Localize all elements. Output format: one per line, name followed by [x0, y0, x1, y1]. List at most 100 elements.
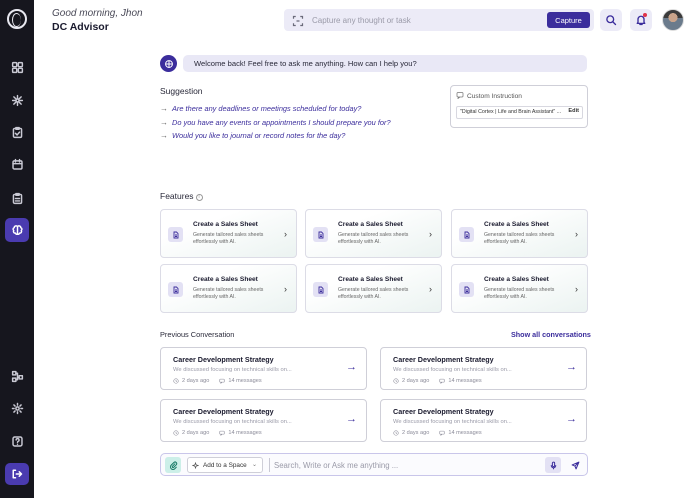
clock-icon	[393, 430, 399, 436]
conversation-card[interactable]: Career Development Strategy We discussed…	[160, 347, 367, 390]
conversation-card[interactable]: Career Development Strategy We discussed…	[380, 399, 587, 442]
arrow-right-icon: →	[566, 413, 577, 425]
feature-desc: Generate tailored sales sheets effortles…	[193, 287, 264, 300]
chevron-right-icon: ›	[429, 284, 432, 294]
message-icon	[439, 378, 445, 384]
suggestion-item[interactable]: → Are there any deadlines or meetings sch…	[160, 102, 391, 116]
paperclip-icon	[169, 461, 177, 470]
document-icon	[313, 282, 328, 297]
feature-desc: Generate tailored sales sheets effortles…	[338, 287, 409, 300]
info-icon[interactable]: i	[195, 194, 203, 201]
document-icon	[168, 282, 183, 297]
search-button[interactable]	[600, 9, 622, 31]
conversation-message-count: 14 messages	[448, 378, 482, 384]
feature-card[interactable]: Create a Sales Sheet Generate tailored s…	[451, 264, 588, 313]
arrow-right-icon: →	[160, 117, 168, 127]
chat-input[interactable]	[274, 457, 534, 473]
send-icon	[571, 461, 579, 469]
sidebar-settings-icon[interactable]	[5, 396, 29, 420]
conversation-time: 2 days ago	[402, 378, 430, 384]
feature-title: Create a Sales Sheet	[193, 276, 258, 283]
add-to-space-label: Add to a Space	[203, 461, 247, 469]
message-icon	[439, 430, 445, 436]
clock-icon	[173, 378, 179, 384]
conversation-title: Career Development Strategy	[393, 407, 494, 416]
logout-button[interactable]	[5, 463, 29, 485]
chevron-right-icon: ›	[575, 229, 578, 239]
logout-icon	[12, 469, 23, 479]
capture-bar: Capture	[284, 9, 594, 31]
sidebar-workflow-icon[interactable]	[5, 364, 29, 388]
suggestion-list: → Are there any deadlines or meetings sch…	[160, 102, 391, 143]
search-icon	[606, 15, 617, 26]
clock-icon	[393, 378, 399, 384]
feature-card[interactable]: Create a Sales Sheet Generate tailored s…	[451, 209, 588, 258]
conversation-card[interactable]: Career Development Strategy We discussed…	[380, 347, 587, 390]
custom-instruction-card: Custom Instruction "Digital Cortex | Lif…	[450, 85, 588, 128]
feature-title: Create a Sales Sheet	[484, 276, 549, 283]
notifications-button[interactable]	[630, 9, 652, 31]
clock-icon	[173, 430, 179, 436]
capture-input[interactable]	[312, 12, 522, 28]
capture-button[interactable]: Capture	[547, 12, 590, 28]
feature-card[interactable]: Create a Sales Sheet Generate tailored s…	[160, 264, 297, 313]
show-all-conversations-link[interactable]: Show all conversations	[511, 330, 591, 339]
conversation-snippet: We discussed focusing on technical skill…	[173, 367, 292, 373]
chevron-right-icon: ›	[575, 284, 578, 294]
sidebar-help-icon[interactable]	[5, 429, 29, 453]
sparkle-icon	[192, 461, 199, 469]
conversation-meta: 2 days ago 14 messages	[173, 378, 262, 384]
feature-card[interactable]: Create a Sales Sheet Generate tailored s…	[305, 264, 442, 313]
sidebar-network-icon[interactable]	[5, 88, 29, 112]
chevron-right-icon: ›	[284, 284, 287, 294]
microphone-button[interactable]	[545, 457, 561, 473]
sidebar-notes-icon[interactable]	[5, 186, 29, 210]
chat-icon	[456, 92, 464, 100]
suggestion-title: Suggestion	[160, 86, 203, 96]
sidebar	[0, 0, 34, 498]
capture-scan-icon	[292, 14, 304, 27]
sidebar-calendar-icon[interactable]	[5, 152, 29, 176]
custom-instruction-value: "Digital Cortex | Life and Brain Assista…	[456, 106, 583, 119]
chevron-right-icon: ›	[429, 229, 432, 239]
chat-composer: Add to a Space ⌄	[160, 453, 588, 476]
conversation-snippet: We discussed focusing on technical skill…	[173, 419, 292, 425]
sidebar-tasks-icon[interactable]	[5, 120, 29, 144]
conversation-meta: 2 days ago 14 messages	[393, 430, 482, 436]
assistant-avatar-icon	[160, 55, 177, 72]
sidebar-brain-icon[interactable]	[5, 218, 29, 242]
conversation-message-count: 14 messages	[448, 430, 482, 436]
add-to-space-dropdown[interactable]: Add to a Space ⌄	[187, 457, 263, 473]
conversation-message-count: 14 messages	[228, 378, 262, 384]
message-icon	[219, 430, 225, 436]
conversation-card[interactable]: Career Development Strategy We discussed…	[160, 399, 367, 442]
arrow-right-icon: →	[566, 361, 577, 373]
feature-desc: Generate tailored sales sheets effortles…	[484, 287, 555, 300]
custom-instruction-edit-button[interactable]: Edit	[566, 108, 579, 114]
message-icon	[219, 378, 225, 384]
app-logo-icon[interactable]	[7, 9, 27, 29]
feature-title: Create a Sales Sheet	[338, 276, 403, 283]
document-icon	[459, 227, 474, 242]
sidebar-dashboard-icon[interactable]	[5, 55, 29, 79]
send-button[interactable]	[567, 457, 583, 473]
user-avatar[interactable]	[662, 9, 684, 31]
arrow-right-icon: →	[160, 104, 168, 113]
conversation-time: 2 days ago	[182, 378, 210, 384]
welcome-message: Welcome back! Feel free to ask me anythi…	[183, 55, 587, 72]
feature-card[interactable]: Create a Sales Sheet Generate tailored s…	[160, 209, 297, 258]
suggestion-item[interactable]: → Do you have any events or appointments …	[160, 116, 391, 130]
features-heading: Features i	[160, 191, 203, 201]
attach-button[interactable]	[165, 457, 181, 473]
arrow-right-icon: →	[346, 361, 357, 373]
document-icon	[313, 227, 328, 242]
conversation-time: 2 days ago	[182, 430, 210, 436]
conversation-message-count: 14 messages	[228, 430, 262, 436]
feature-desc: Generate tailored sales sheets effortles…	[484, 232, 555, 245]
suggestion-item[interactable]: → Would you like to journal or record not…	[160, 129, 391, 143]
microphone-icon	[550, 461, 556, 469]
conversation-meta: 2 days ago 14 messages	[173, 430, 262, 436]
feature-title: Create a Sales Sheet	[193, 221, 258, 228]
feature-card[interactable]: Create a Sales Sheet Generate tailored s…	[305, 209, 442, 258]
notification-dot	[643, 13, 647, 17]
